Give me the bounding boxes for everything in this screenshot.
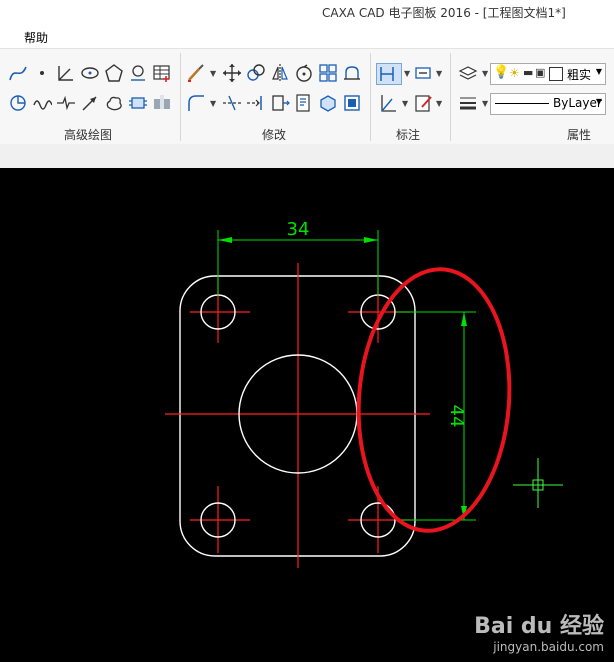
group-separator <box>450 53 451 141</box>
array-icon[interactable] <box>318 63 338 83</box>
dropdown-arrow-icon[interactable]: ▼ <box>210 99 216 108</box>
extend-icon[interactable] <box>246 93 266 113</box>
gear-shape-icon[interactable] <box>128 93 148 113</box>
dropdown-arrow-icon[interactable]: ▼ <box>482 69 488 78</box>
stretch-icon[interactable] <box>270 93 290 113</box>
text-annotation-icon[interactable] <box>414 63 434 83</box>
hatch-icon[interactable] <box>8 93 28 113</box>
rotate-icon[interactable] <box>294 63 314 83</box>
title-bar: CAXA CAD 电子图板 2016 - [工程图文档1*] <box>0 0 614 24</box>
dropdown-arrow-icon[interactable]: ▼ <box>436 99 442 108</box>
brush-icon[interactable] <box>186 63 206 83</box>
group-label-modify: 修改 <box>262 128 287 142</box>
center-lines <box>165 263 430 568</box>
group-separator <box>370 53 371 141</box>
angle-line-icon[interactable] <box>56 63 76 83</box>
dropdown-arrow-icon[interactable]: ▼ <box>436 69 442 78</box>
group-properties: ▼ 💡 ☀ ▬ ▣ 粗实 ▼ ▼ ByLayer ▼ 属性 <box>452 49 614 145</box>
watermark-brand: Bai du 经验 <box>474 614 604 639</box>
sun-icon: ☀ <box>509 66 520 80</box>
line-weight-icon[interactable] <box>458 93 478 113</box>
dropdown-arrow-icon[interactable]: ▼ <box>402 99 408 108</box>
bulb-icon: 💡 <box>493 65 510 80</box>
dropdown-arrow-icon[interactable]: ▼ <box>210 69 216 78</box>
group-annotate: ▼ ▼ ▼ ▼ 标注 <box>372 49 448 145</box>
dropdown-arrow-icon[interactable]: ▼ <box>482 99 488 108</box>
chevron-down-icon: ▼ <box>595 67 602 76</box>
properties-square-icon[interactable] <box>342 93 362 113</box>
arrow-icon[interactable] <box>80 93 100 113</box>
break-line-icon[interactable] <box>56 93 76 113</box>
layer-manager-icon[interactable] <box>458 63 478 83</box>
copy-icon[interactable] <box>246 63 266 83</box>
group-label-annotate: 标注 <box>396 128 421 142</box>
window-title: CAXA CAD 电子图板 2016 - [工程图文档1*] <box>322 6 566 20</box>
group-advanced-draw: 高级绘图 <box>0 49 178 145</box>
layer-select[interactable]: 💡 ☀ ▬ ▣ 粗实 ▼ <box>490 63 606 85</box>
mirror-icon[interactable] <box>270 63 290 83</box>
drawing-canvas[interactable]: 34 44 Bai du 经验 jingyan.baidu.com <box>0 168 614 662</box>
group-separator <box>180 53 181 141</box>
dimension-icon[interactable] <box>376 63 402 85</box>
line-type-value: ByLayer <box>553 96 602 110</box>
group-modify: ▼ ▼ 修改 <box>182 49 368 145</box>
dimension-text-44[interactable]: 44 <box>446 405 467 428</box>
wave-line-icon[interactable] <box>32 93 52 113</box>
cloud-icon[interactable] <box>104 93 124 113</box>
ribbon: 高级绘图 ▼ ▼ 修改 ▼ ▼ ▼ ▼ 标注 ▼ 💡 ☀ ▬ ▣ 粗实 ▼ ▼ … <box>0 48 614 146</box>
group-label-advanced-draw: 高级绘图 <box>64 128 113 142</box>
menu-help[interactable]: 帮助 <box>24 29 48 46</box>
layer-name: 粗实 <box>567 68 592 82</box>
point-icon[interactable] <box>32 63 52 83</box>
ribbon-status-strip <box>0 144 614 169</box>
explode-icon[interactable] <box>342 63 362 83</box>
color-swatch-icon <box>549 67 563 81</box>
crosshair-cursor-icon <box>513 458 563 508</box>
dropdown-arrow-icon[interactable]: ▼ <box>404 69 410 78</box>
coordinate-dimension-icon[interactable] <box>378 93 398 113</box>
spline-icon[interactable] <box>8 63 28 83</box>
print-icon: ▣ <box>535 66 546 79</box>
highlight-ellipse <box>356 267 512 533</box>
polygon-icon[interactable] <box>104 63 124 83</box>
block-icon[interactable] <box>318 93 338 113</box>
line-type-select[interactable]: ByLayer ▼ <box>490 93 606 115</box>
center-line-icon[interactable] <box>128 63 148 83</box>
lock-icon: ▬ <box>523 66 534 79</box>
table-insert-icon[interactable] <box>152 63 172 83</box>
trim-icon[interactable] <box>222 93 242 113</box>
chevron-down-icon: ▼ <box>595 97 602 106</box>
ellipse-icon[interactable] <box>80 63 100 83</box>
move-icon[interactable] <box>222 63 242 83</box>
hole-icon[interactable] <box>152 93 172 113</box>
dimension-text-34[interactable]: 34 <box>287 219 310 240</box>
line-sample <box>495 103 549 104</box>
edit-text-icon[interactable] <box>294 93 314 113</box>
fillet-icon[interactable] <box>186 93 206 113</box>
group-label-properties: 属性 <box>567 128 592 142</box>
menu-bar: 帮助 <box>0 24 614 48</box>
watermark: Bai du 经验 jingyan.baidu.com <box>474 608 604 654</box>
style-edit-icon[interactable] <box>414 93 434 113</box>
watermark-url: jingyan.baidu.com <box>493 640 604 654</box>
drawing-svg[interactable]: 34 44 <box>0 168 614 662</box>
